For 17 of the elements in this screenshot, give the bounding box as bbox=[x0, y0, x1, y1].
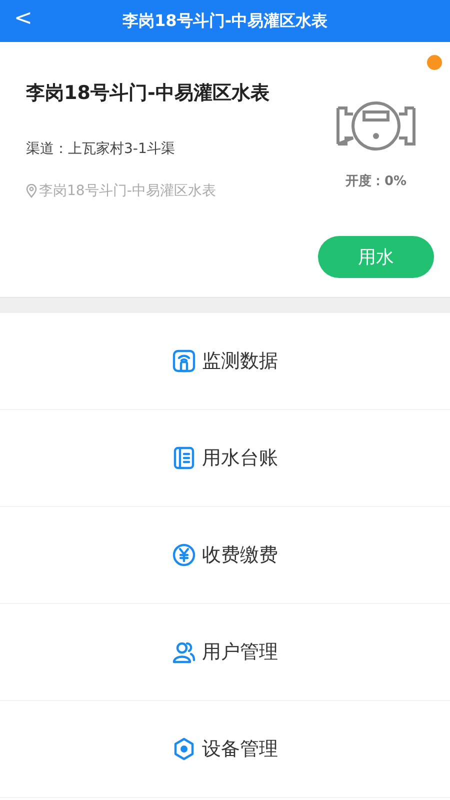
water-meter-icon bbox=[336, 100, 416, 152]
location-text: 李岗18号斗门-中易灌区水表 bbox=[39, 182, 216, 200]
opening-text: 开度：0% bbox=[345, 172, 407, 190]
menu-item[interactable]: 收费缴费 bbox=[172, 542, 278, 568]
location-pin-icon bbox=[26, 184, 37, 198]
back-button[interactable]: < bbox=[10, 6, 36, 31]
yen-coin-icon bbox=[172, 543, 196, 567]
signal-device-icon bbox=[172, 349, 196, 373]
menu-item[interactable]: 设备管理 bbox=[172, 736, 278, 762]
channel-text: 渠道：上瓦家村3-1斗渠 bbox=[26, 140, 176, 158]
menu-item[interactable]: 用户管理 bbox=[172, 639, 278, 665]
device-name: 李岗18号斗门-中易灌区水表 bbox=[26, 81, 270, 106]
page-title: 李岗18号斗门-中易灌区水表 bbox=[122, 10, 328, 32]
ledger-icon bbox=[172, 446, 196, 470]
menu-item[interactable]: 用水台账 bbox=[172, 445, 278, 471]
menu-item[interactable]: 监测数据 bbox=[172, 348, 278, 374]
users-icon bbox=[172, 640, 196, 664]
